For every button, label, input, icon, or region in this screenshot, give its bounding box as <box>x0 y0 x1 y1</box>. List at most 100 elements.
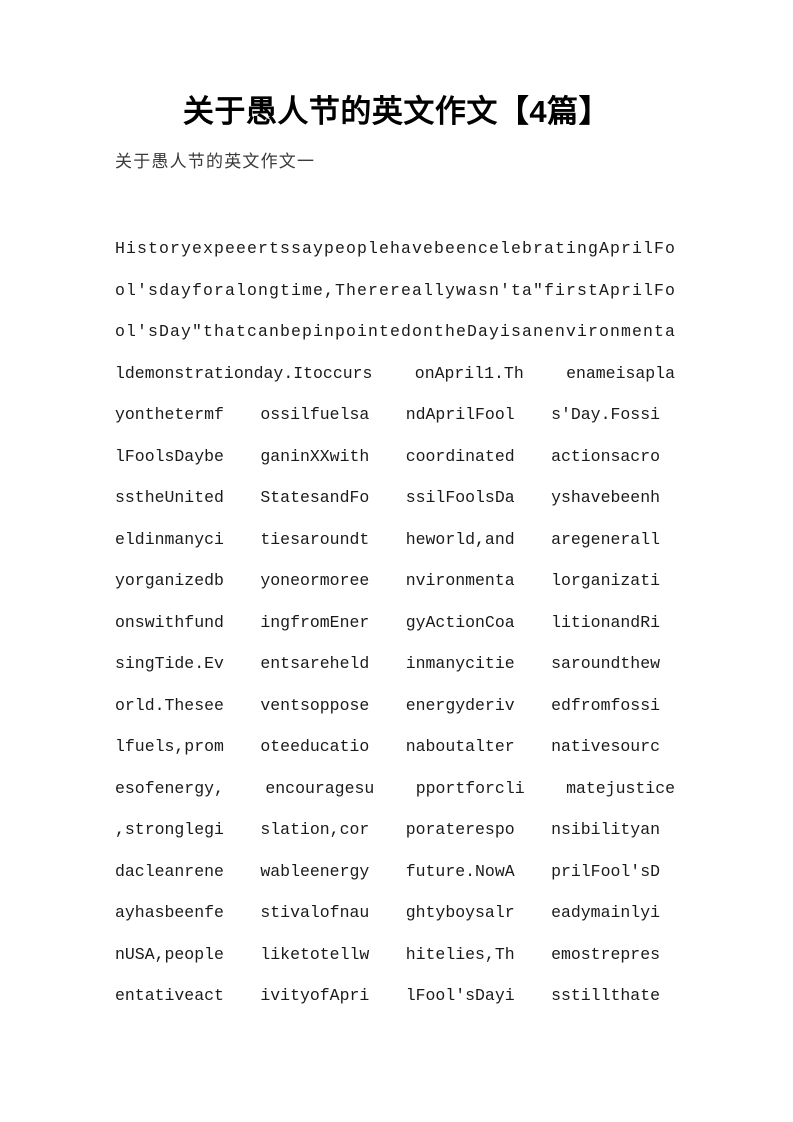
body-text-chunk: t <box>434 322 444 341</box>
body-text-segment: actionsacro <box>551 446 660 466</box>
body-text-segment: lFool'sDayi <box>405 986 515 1005</box>
body-text-chunk: v <box>412 239 422 258</box>
body-text-chunk: F <box>654 280 664 300</box>
body-text-chunk: o <box>665 280 675 300</box>
body-text-chunk: p <box>302 322 312 341</box>
body-text-chunk: b <box>522 239 532 258</box>
body-text-segment: StatesandFo <box>260 488 370 507</box>
body-text-chunk: l <box>236 280 246 300</box>
body-text-chunk: a <box>522 322 532 341</box>
body-text-chunk: r <box>214 280 224 300</box>
body-text-chunk: e <box>445 239 455 258</box>
body-text-chunk: e <box>225 239 235 258</box>
body-text-chunk: n <box>324 322 334 341</box>
body-line: o l ' s Da y " t h a t c a n b e p i n p o i n t e d o n t h e Da y i s a n e… <box>115 311 675 353</box>
body-text-chunk: r <box>170 239 180 258</box>
body-text-chunk: p <box>357 239 367 258</box>
body-text-segment: ossilfuelsa <box>260 405 370 424</box>
body-text-segment: edfromfossi <box>551 695 660 715</box>
body-text-segment: slation,cor <box>260 820 370 839</box>
body-text-segment: yshavebeenh <box>551 488 660 507</box>
body-text-chunk: f <box>544 280 554 300</box>
body-text-chunk: a <box>401 239 411 258</box>
body-text-chunk: " <box>192 322 202 341</box>
body-text-chunk: a <box>467 280 477 300</box>
body-text-segment: ghtyboysalr <box>405 903 515 922</box>
body-text-chunk: p <box>214 239 224 258</box>
body-text-chunk: r <box>390 280 400 300</box>
body-text-segment: ldemonstrationday.Itoccurs <box>115 363 373 383</box>
body-text-chunk: y <box>181 280 191 300</box>
body-text-segment: yonthetermf <box>115 405 224 424</box>
body-text-segment: hitelies,Th <box>405 944 515 964</box>
body-text-chunk: l <box>434 280 444 300</box>
body-text-chunk: b <box>434 239 444 258</box>
body-text-segment: emostrepres <box>551 944 660 964</box>
body-line: onswithfund ingfromEner gyActionCoa litiona… <box>115 602 660 644</box>
body-text-chunk: m <box>621 322 631 341</box>
body-text-segment: singTide.Ev <box>115 654 224 673</box>
body-text-segment: litionandRi <box>551 612 660 632</box>
body-text-chunk: n <box>423 322 433 341</box>
body-text-chunk: a <box>665 322 675 341</box>
body-text-segment: poraterespo <box>405 820 515 839</box>
body-text-chunk: n <box>269 322 279 341</box>
body-text-chunk: n <box>533 322 543 341</box>
body-text-chunk: n <box>258 280 268 300</box>
body-line: ,stronglegi slation,cor poraterespo nsibili… <box>115 809 660 851</box>
body-text-segment: ayhasbeenfe <box>115 903 224 922</box>
body-text-chunk: n <box>577 239 587 258</box>
body-text-chunk: i <box>577 322 587 341</box>
body-text-chunk: i <box>555 280 565 300</box>
body-text-chunk: e <box>379 280 389 300</box>
body-text-chunk: c <box>478 239 488 258</box>
body-text-chunk: n <box>368 322 378 341</box>
body-text-chunk: e <box>313 280 323 300</box>
body-text-chunk: t <box>379 322 389 341</box>
body-text-chunk: n <box>643 322 653 341</box>
body-text-segment: onApril1.Th <box>414 363 524 383</box>
body-line: Historyexpeeertssaypeoplehavebeencelebra… <box>115 228 675 270</box>
body-text-chunk: o <box>115 322 125 341</box>
body-text-chunk: p <box>324 239 334 258</box>
body-text-chunk: n <box>555 322 565 341</box>
body-text-segment: ventsoppose <box>260 695 370 715</box>
body-text-segment: s'Day.Fossi <box>551 405 660 424</box>
body-text-chunk: a <box>258 322 268 341</box>
body-text-chunk: t <box>236 322 246 341</box>
body-text-chunk: o <box>346 322 356 341</box>
body-text-segment: inmanycitie <box>405 654 515 673</box>
body-text-segment: stivalofnau <box>260 903 370 922</box>
document-body: Historyexpeeertssaypeoplehavebeencelebra… <box>115 228 675 1017</box>
document-page: 关于愚人节的英文作文【4篇】 关于愚人节的英文作文一 Historyexpeee… <box>0 0 793 1122</box>
body-text-chunk: e <box>192 239 202 258</box>
body-text-segment: ganinXXwith <box>260 446 370 466</box>
body-text-chunk: i <box>313 322 323 341</box>
body-text-chunk: e <box>456 322 466 341</box>
document-subtitle: 关于愚人节的英文作文一 <box>115 152 316 171</box>
body-text-segment: esofenergy, <box>115 778 224 798</box>
body-text-chunk: D <box>467 322 477 341</box>
body-text-chunk: e <box>335 239 345 258</box>
body-text-chunk: e <box>423 239 433 258</box>
body-text-chunk: r <box>368 280 378 300</box>
body-text-segment: prilFool'sD <box>551 861 660 881</box>
body-text-chunk: p <box>335 322 345 341</box>
body-text-segment: orld.Thesee <box>115 695 224 715</box>
body-text-chunk: y <box>445 280 455 300</box>
body-text-chunk: e <box>511 239 521 258</box>
body-text-segment: ingfromEner <box>260 612 370 632</box>
body-text-chunk: e <box>357 280 367 300</box>
body-text-chunk: o <box>346 239 356 258</box>
body-text-segment: tiesaroundt <box>260 529 370 549</box>
body-text-segment: lorganizati <box>551 571 660 590</box>
body-text-segment: yoneormoree <box>260 571 370 590</box>
body-text-chunk: s <box>511 322 521 341</box>
body-text-chunk: a <box>412 280 422 300</box>
body-text-chunk: l <box>126 280 136 300</box>
body-text-segment: ndAprilFool <box>405 405 515 424</box>
body-text-segment: heworld,and <box>405 529 515 549</box>
body-text-chunk: b <box>280 322 290 341</box>
body-text-chunk: t <box>148 239 158 258</box>
body-text-segment: onswithfund <box>115 612 224 632</box>
